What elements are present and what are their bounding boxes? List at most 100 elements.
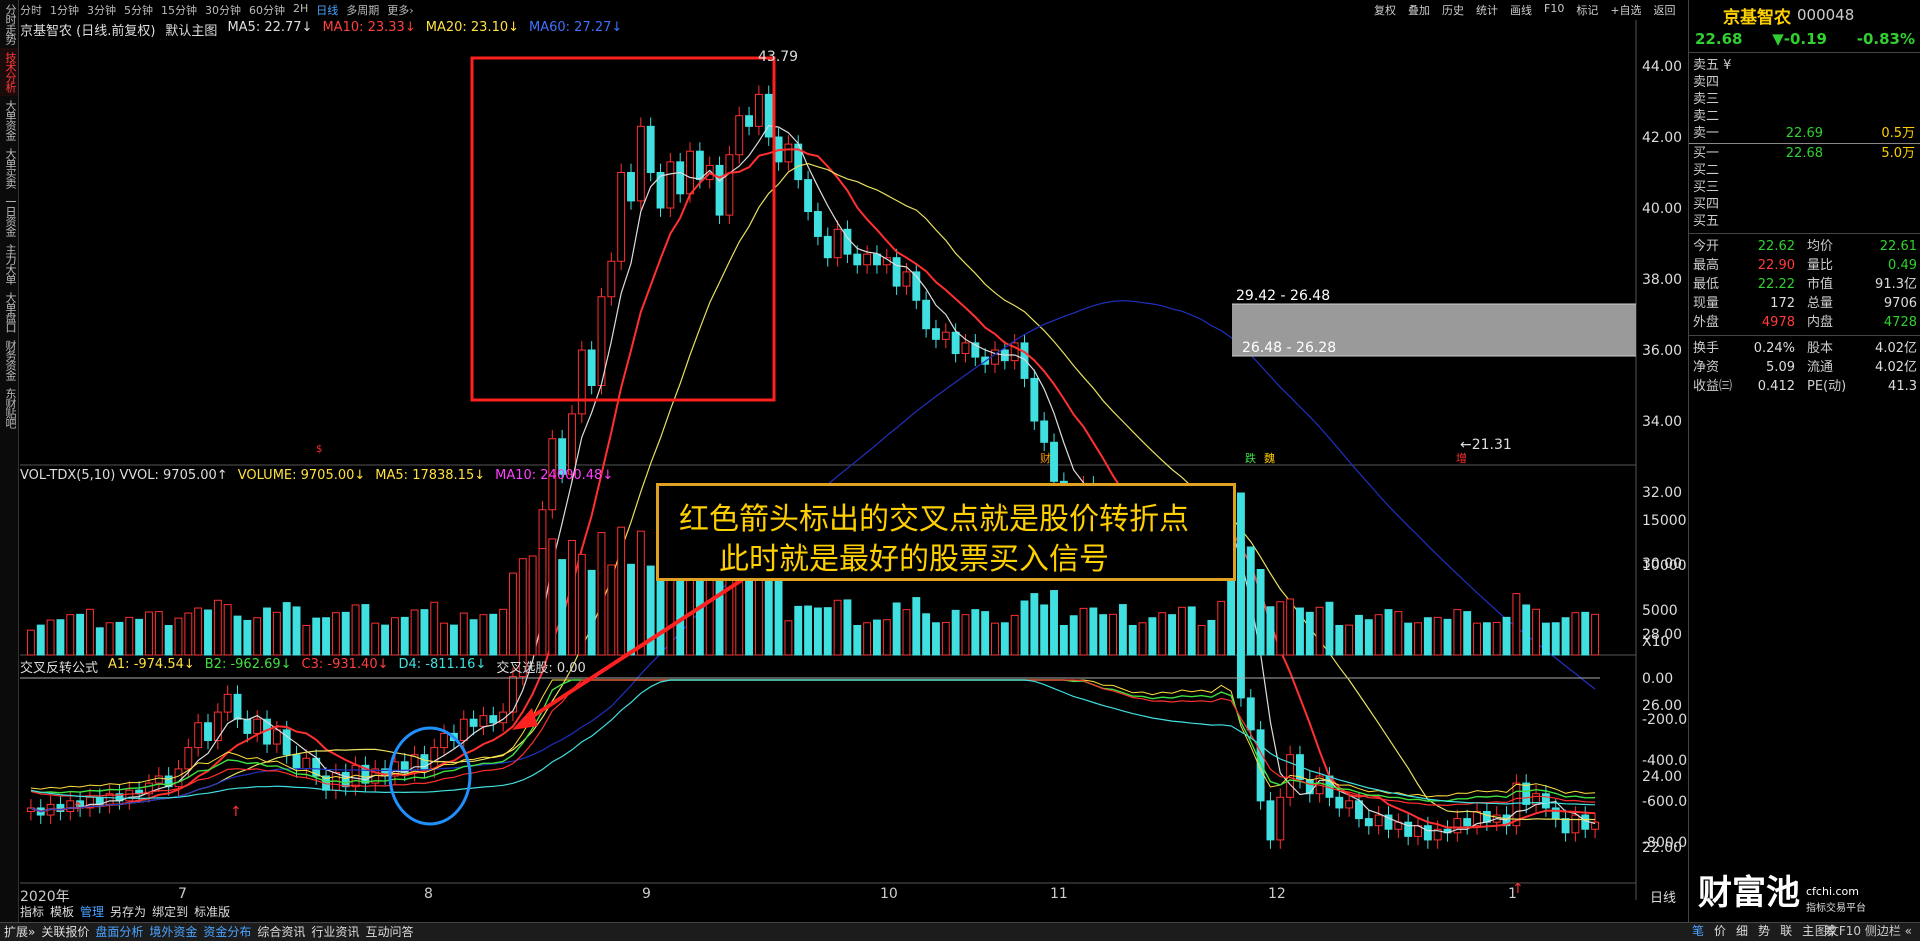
candle-body xyxy=(1541,793,1550,809)
volume-bar xyxy=(1492,621,1501,656)
volume-bar xyxy=(1020,600,1029,656)
bottom-tab-4[interactable]: 绑定到 xyxy=(152,903,188,920)
quote-panel: 京基智农 000048 22.68 ▼-0.19 -0.83% 卖五 ¥ 卖四 卖三… xyxy=(1688,0,1920,925)
volume-bar xyxy=(1079,607,1088,656)
volume-bar xyxy=(597,532,606,656)
status-right[interactable]: 图文F10 侧边栏 « xyxy=(1815,922,1912,940)
quick-letter-4[interactable]: 联 xyxy=(1780,922,1792,940)
note-line1: 红色箭头标出的交叉点就是股价转折点 xyxy=(679,502,1189,537)
volume-bar xyxy=(577,553,586,656)
x-axis-label: 9 xyxy=(642,886,651,902)
volume-bar xyxy=(1423,617,1432,656)
bottom-tab-2[interactable]: 管理 xyxy=(80,903,104,920)
candle-body xyxy=(1266,800,1275,841)
candle-body xyxy=(1561,818,1570,834)
status-tab-2[interactable]: 盘面分析 xyxy=(95,923,143,941)
volume-bar xyxy=(1532,608,1540,656)
volume-bar xyxy=(823,607,832,656)
stat-value: 4978 xyxy=(1761,315,1795,330)
candle-body xyxy=(194,722,203,749)
stat-row: 换手 0.24% 股本 4.02亿 xyxy=(1689,339,1920,358)
event-marker-die: 跌 xyxy=(1245,451,1256,465)
stat-label: 量比 xyxy=(1807,258,1834,273)
price-tick: 34.00 xyxy=(1642,414,1682,430)
volume-bar xyxy=(971,609,980,656)
candle-body xyxy=(725,154,734,216)
volume-bar xyxy=(538,548,547,656)
candle-body xyxy=(754,93,763,127)
volume-bar xyxy=(479,614,488,656)
stat-value: 22.61 xyxy=(1879,239,1917,254)
bottom-tab-3[interactable]: 另存为 xyxy=(110,903,146,920)
stat-label: 市值 xyxy=(1807,277,1834,292)
status-tab-6[interactable]: 行业资讯 xyxy=(311,923,359,941)
ind-tick: 0.00 xyxy=(1642,671,1673,687)
candle-body xyxy=(479,715,488,727)
volume-bar xyxy=(115,621,124,656)
candle-body xyxy=(587,349,596,386)
vol-ma5: MA5: 17838.15↓ xyxy=(375,468,486,483)
bottom-tab-1[interactable]: 模板 xyxy=(50,903,74,920)
quick-letter-2[interactable]: 细 xyxy=(1736,922,1748,940)
volume-bar xyxy=(1148,617,1157,656)
volume-bar xyxy=(1109,613,1117,656)
candle-body xyxy=(469,718,478,727)
vol-title: VOL-TDX(5,10) VVOL: 9705.00↑ xyxy=(20,468,228,483)
quick-letter-1[interactable]: 价 xyxy=(1714,922,1726,940)
candle-body xyxy=(243,718,252,734)
candle-body xyxy=(735,115,744,156)
volume-bar xyxy=(636,530,645,656)
bid-row: 买三 xyxy=(1689,179,1920,196)
volume-bar xyxy=(518,558,527,656)
bottom-tab-0[interactable]: 指标 xyxy=(20,903,44,920)
stock-name: 京基智农 xyxy=(1723,7,1791,28)
bid-size xyxy=(1823,162,1920,179)
volume-bar xyxy=(174,617,183,656)
candle-body xyxy=(813,211,822,237)
quick-letter-5[interactable]: 主 xyxy=(1802,922,1814,940)
candle-body xyxy=(302,757,311,770)
stat-label: 现量 xyxy=(1693,296,1720,311)
volume-bar xyxy=(361,604,370,656)
price-tick: 44.00 xyxy=(1642,59,1682,75)
annotation-note: 红色箭头标出的交叉点就是股价转折点 此时就是最好的股票买入信号 xyxy=(656,483,1236,581)
stat-row: 最高 22.90 量比 0.49 xyxy=(1689,256,1920,275)
x-axis-label: 8 xyxy=(424,886,433,902)
volume-bar xyxy=(1433,616,1442,656)
stat-value: 91.3亿 xyxy=(1875,277,1917,292)
volume-bar xyxy=(568,540,576,656)
status-tab-1[interactable]: 关联报价 xyxy=(41,923,89,941)
status-tab-4[interactable]: 资金分布 xyxy=(203,923,251,941)
candle-body xyxy=(863,253,872,266)
status-tab-7[interactable]: 互动问答 xyxy=(365,923,413,941)
kline-chart[interactable]: 44.0042.0040.0038.0036.0034.0032.0030.00… xyxy=(0,0,1688,920)
candle-body xyxy=(440,732,449,749)
main-chart-menu[interactable]: 默认主图 xyxy=(165,20,217,39)
ind-title: 交叉反转公式 xyxy=(20,661,99,676)
volume-bar xyxy=(1128,624,1137,656)
volume-bar xyxy=(243,619,252,656)
price-tick: 42.00 xyxy=(1642,130,1682,146)
stat-value: 5.09 xyxy=(1766,360,1795,375)
status-tab-5[interactable]: 综合资讯 xyxy=(257,923,305,941)
status-tab-0[interactable]: 扩展» xyxy=(0,923,35,941)
volume-bar xyxy=(902,609,911,656)
quick-letter-3[interactable]: 势 xyxy=(1758,922,1770,940)
sidebar-toggle[interactable]: 图文F10 侧边栏 « xyxy=(1815,922,1912,940)
stock-code: 000048 xyxy=(1797,6,1855,24)
candle-body xyxy=(1482,811,1491,823)
candle-body xyxy=(636,125,645,202)
volume-bar xyxy=(1364,619,1373,656)
bottom-tab-5[interactable]: 标准版 xyxy=(194,903,230,920)
candle-body xyxy=(961,342,970,355)
volume-bar xyxy=(194,607,203,656)
quick-letter-0[interactable]: 笔 xyxy=(1692,922,1704,940)
volume-bar xyxy=(941,621,950,656)
volume-bar xyxy=(499,608,508,656)
volume-bar xyxy=(1069,615,1078,656)
status-tab-3[interactable]: 境外资金 xyxy=(149,923,197,941)
volume-bar xyxy=(282,602,291,656)
brand-site: cfchi.com xyxy=(1806,885,1859,898)
stat-label: 流通 xyxy=(1807,360,1834,375)
volume-bar xyxy=(804,605,813,656)
